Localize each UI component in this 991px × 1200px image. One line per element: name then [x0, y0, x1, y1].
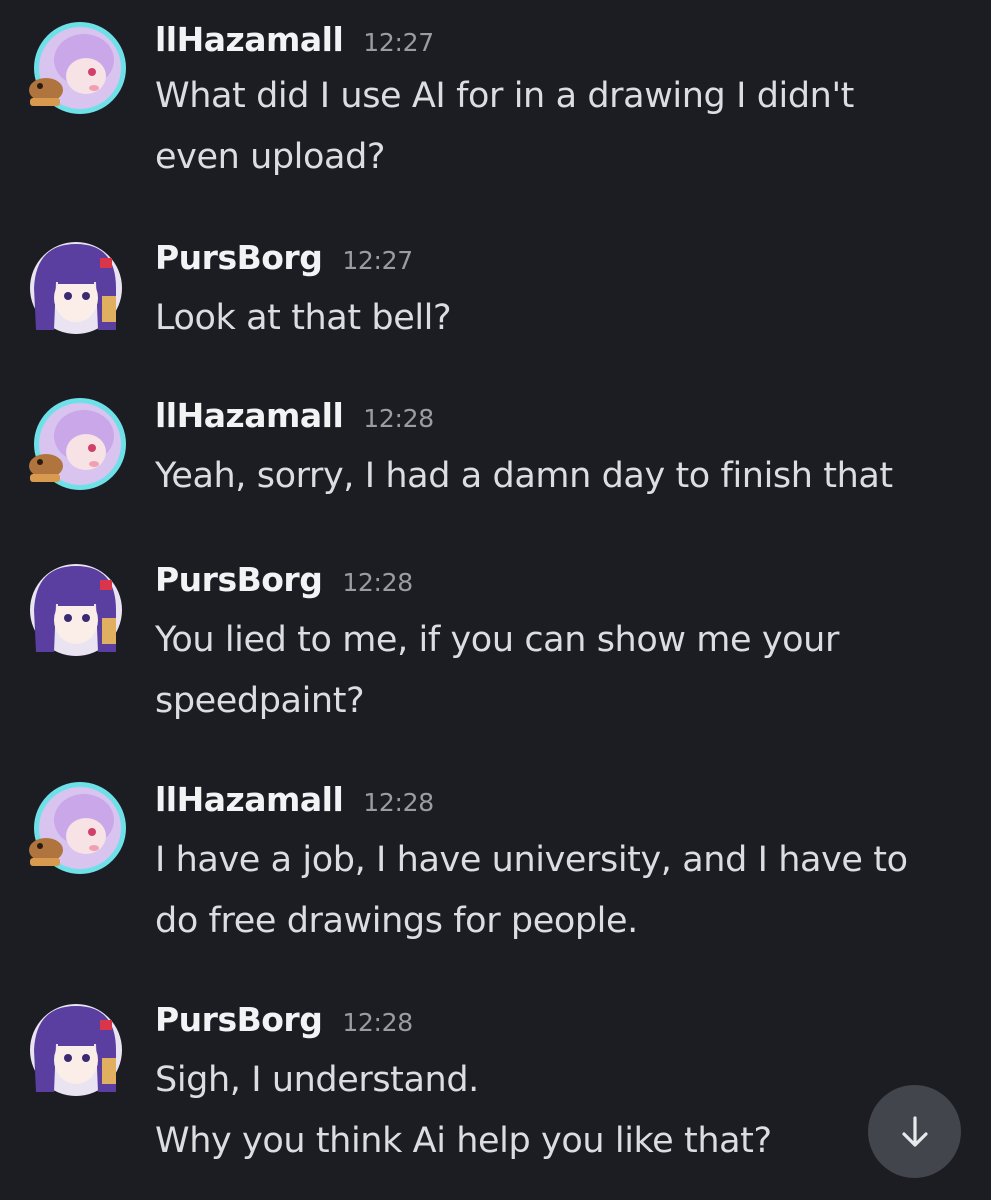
avatar[interactable] [24, 238, 128, 342]
message-content: Sigh, I understand. Why you think Ai hel… [155, 1050, 945, 1172]
username[interactable]: llHazamall [155, 20, 344, 59]
message-line: You lied to me, if you can show me your [155, 620, 839, 660]
message-header: llHazamall 12:27 [155, 20, 434, 64]
avatar[interactable] [24, 396, 128, 500]
message-line: What did I use AI for in a drawing I did… [155, 76, 855, 116]
message-line: I have a job, I have university, and I h… [155, 840, 908, 880]
timestamp: 12:28 [363, 404, 434, 433]
anime-girl-purple-hair-avatar-icon [30, 242, 122, 334]
timestamp: 12:27 [342, 246, 413, 275]
timestamp: 12:28 [342, 1008, 413, 1037]
anime-girl-purple-hair-avatar-icon [30, 564, 122, 656]
username[interactable]: llHazamall [155, 396, 344, 435]
avatar[interactable] [24, 560, 128, 664]
message-content: What did I use AI for in a drawing I did… [155, 66, 945, 188]
timestamp: 12:28 [342, 568, 413, 597]
message-header: llHazamall 12:28 [155, 396, 434, 440]
message-line: speedpaint? [155, 681, 365, 721]
username[interactable]: llHazamall [155, 780, 344, 819]
avatar[interactable] [24, 780, 128, 884]
avatar[interactable] [24, 20, 128, 124]
timestamp: 12:27 [363, 28, 434, 57]
anime-girl-with-capybara-avatar-icon [29, 398, 126, 490]
message-content: You lied to me, if you can show me your … [155, 610, 945, 732]
chat-messages[interactable]: llHazamall 12:27 What did I use AI for i… [0, 0, 991, 1200]
message-line: Why you think Ai help you like that? [155, 1121, 772, 1161]
message-content: Yeah, sorry, I had a damn day to finish … [155, 446, 945, 507]
anime-girl-purple-hair-avatar-icon [30, 1004, 122, 1096]
message-content: Look at that bell? [155, 288, 945, 349]
anime-girl-with-capybara-avatar-icon [29, 22, 126, 114]
message-line: do free drawings for people. [155, 901, 638, 941]
username[interactable]: PursBorg [155, 238, 323, 277]
message-line: Look at that bell? [155, 298, 452, 338]
username[interactable]: PursBorg [155, 560, 323, 599]
message-line: even upload? [155, 137, 386, 177]
message-header: PursBorg 12:28 [155, 560, 413, 604]
arrow-down-icon [901, 1115, 928, 1147]
avatar[interactable] [24, 1000, 128, 1104]
jump-to-latest-button[interactable] [868, 1085, 961, 1178]
message-header: PursBorg 12:28 [155, 1000, 413, 1044]
message-line: Yeah, sorry, I had a damn day to finish … [155, 456, 893, 496]
username[interactable]: PursBorg [155, 1000, 323, 1039]
anime-girl-with-capybara-avatar-icon [29, 782, 126, 874]
timestamp: 12:28 [363, 788, 434, 817]
message-header: PursBorg 12:27 [155, 238, 413, 282]
message-header: llHazamall 12:28 [155, 780, 434, 824]
message-content: I have a job, I have university, and I h… [155, 830, 945, 952]
message-line: Sigh, I understand. [155, 1060, 479, 1100]
